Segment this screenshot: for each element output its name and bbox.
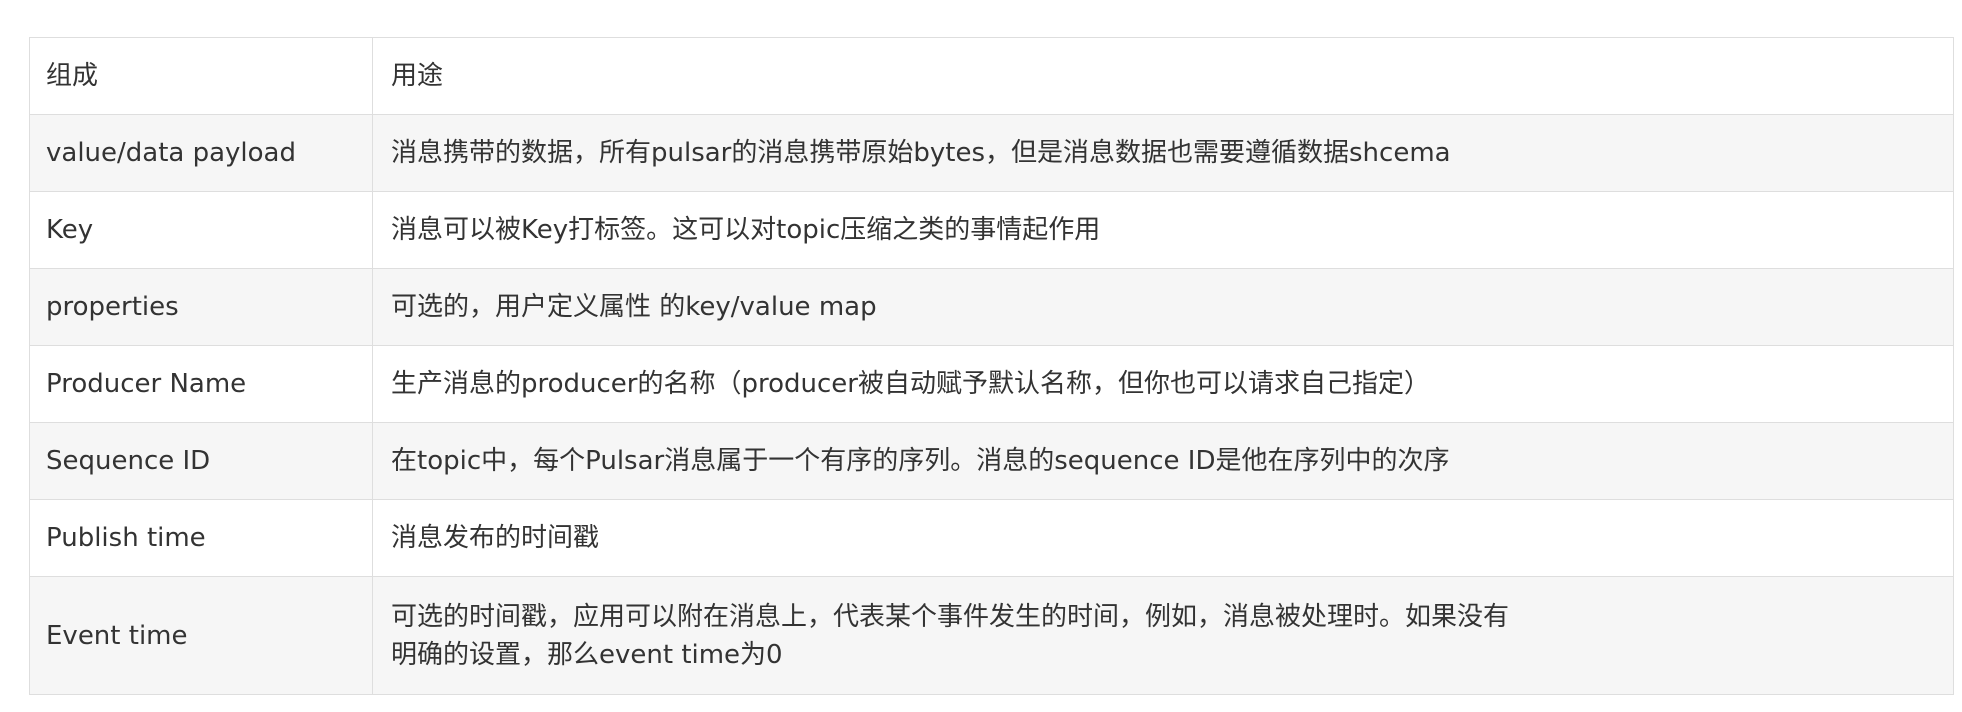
field-desc-cell: 消息可以被Key打标签。这可以对topic压缩之类的事情起作用 — [372, 191, 1954, 269]
header-cell-composition: 组成 — [29, 37, 373, 115]
field-desc-line: 生产消息的producer的名称（producer被自动赋予默认名称，但你也可以… — [391, 369, 1430, 399]
field-desc-line: 消息发布的时间戳 — [391, 523, 600, 553]
table-row: Publish time 消息发布的时间戳 — [29, 499, 1954, 577]
field-desc-line: 可选的，用户定义属性 的key/value map — [391, 292, 877, 322]
field-desc-line: 消息携带的数据，所有pulsar的消息携带原始bytes，但是消息数据也需要遵循… — [391, 138, 1451, 168]
message-fields-table: 组成 用途 value/data payload 消息携带的数据，所有pulsa… — [29, 37, 1954, 695]
header-cell-purpose: 用途 — [372, 37, 1954, 115]
field-name-cell: Publish time — [29, 499, 373, 577]
table-header-row: 组成 用途 — [29, 37, 1954, 115]
field-desc-line: 明确的设置，那么event time为0 — [391, 639, 783, 670]
field-desc-cell: 可选的，用户定义属性 的key/value map — [372, 268, 1954, 346]
field-name-cell: value/data payload — [29, 114, 373, 192]
field-desc-line: 消息可以被Key打标签。这可以对topic压缩之类的事情起作用 — [391, 215, 1101, 245]
field-desc-cell: 生产消息的producer的名称（producer被自动赋予默认名称，但你也可以… — [372, 345, 1954, 423]
field-desc-cell: 可选的时间戳，应用可以附在消息上，代表某个事件发生的时间，例如，消息被处理时。如… — [372, 576, 1954, 695]
field-desc-line: 可选的时间戳，应用可以附在消息上，代表某个事件发生的时间，例如，消息被处理时。如… — [391, 601, 1510, 632]
field-desc-cell: 消息发布的时间戳 — [372, 499, 1954, 577]
field-name-cell: Sequence ID — [29, 422, 373, 500]
field-name-cell: properties — [29, 268, 373, 346]
content-table-container: 组成 用途 value/data payload 消息携带的数据，所有pulsa… — [29, 37, 1954, 695]
table-row: Event time 可选的时间戳，应用可以附在消息上，代表某个事件发生的时间，… — [29, 576, 1954, 695]
table-row: value/data payload 消息携带的数据，所有pulsar的消息携带… — [29, 114, 1954, 192]
field-name-cell: Producer Name — [29, 345, 373, 423]
field-desc-cell: 消息携带的数据，所有pulsar的消息携带原始bytes，但是消息数据也需要遵循… — [372, 114, 1954, 192]
table-row: Key 消息可以被Key打标签。这可以对topic压缩之类的事情起作用 — [29, 191, 1954, 269]
field-name-cell: Key — [29, 191, 373, 269]
field-desc-cell: 在topic中，每个Pulsar消息属于一个有序的序列。消息的sequence … — [372, 422, 1954, 500]
field-name-cell: Event time — [29, 576, 373, 695]
table-row: properties 可选的，用户定义属性 的key/value map — [29, 268, 1954, 346]
table-row: Producer Name 生产消息的producer的名称（producer被… — [29, 345, 1954, 423]
field-desc-line: 在topic中，每个Pulsar消息属于一个有序的序列。消息的sequence … — [391, 446, 1450, 476]
table-row: Sequence ID 在topic中，每个Pulsar消息属于一个有序的序列。… — [29, 422, 1954, 500]
